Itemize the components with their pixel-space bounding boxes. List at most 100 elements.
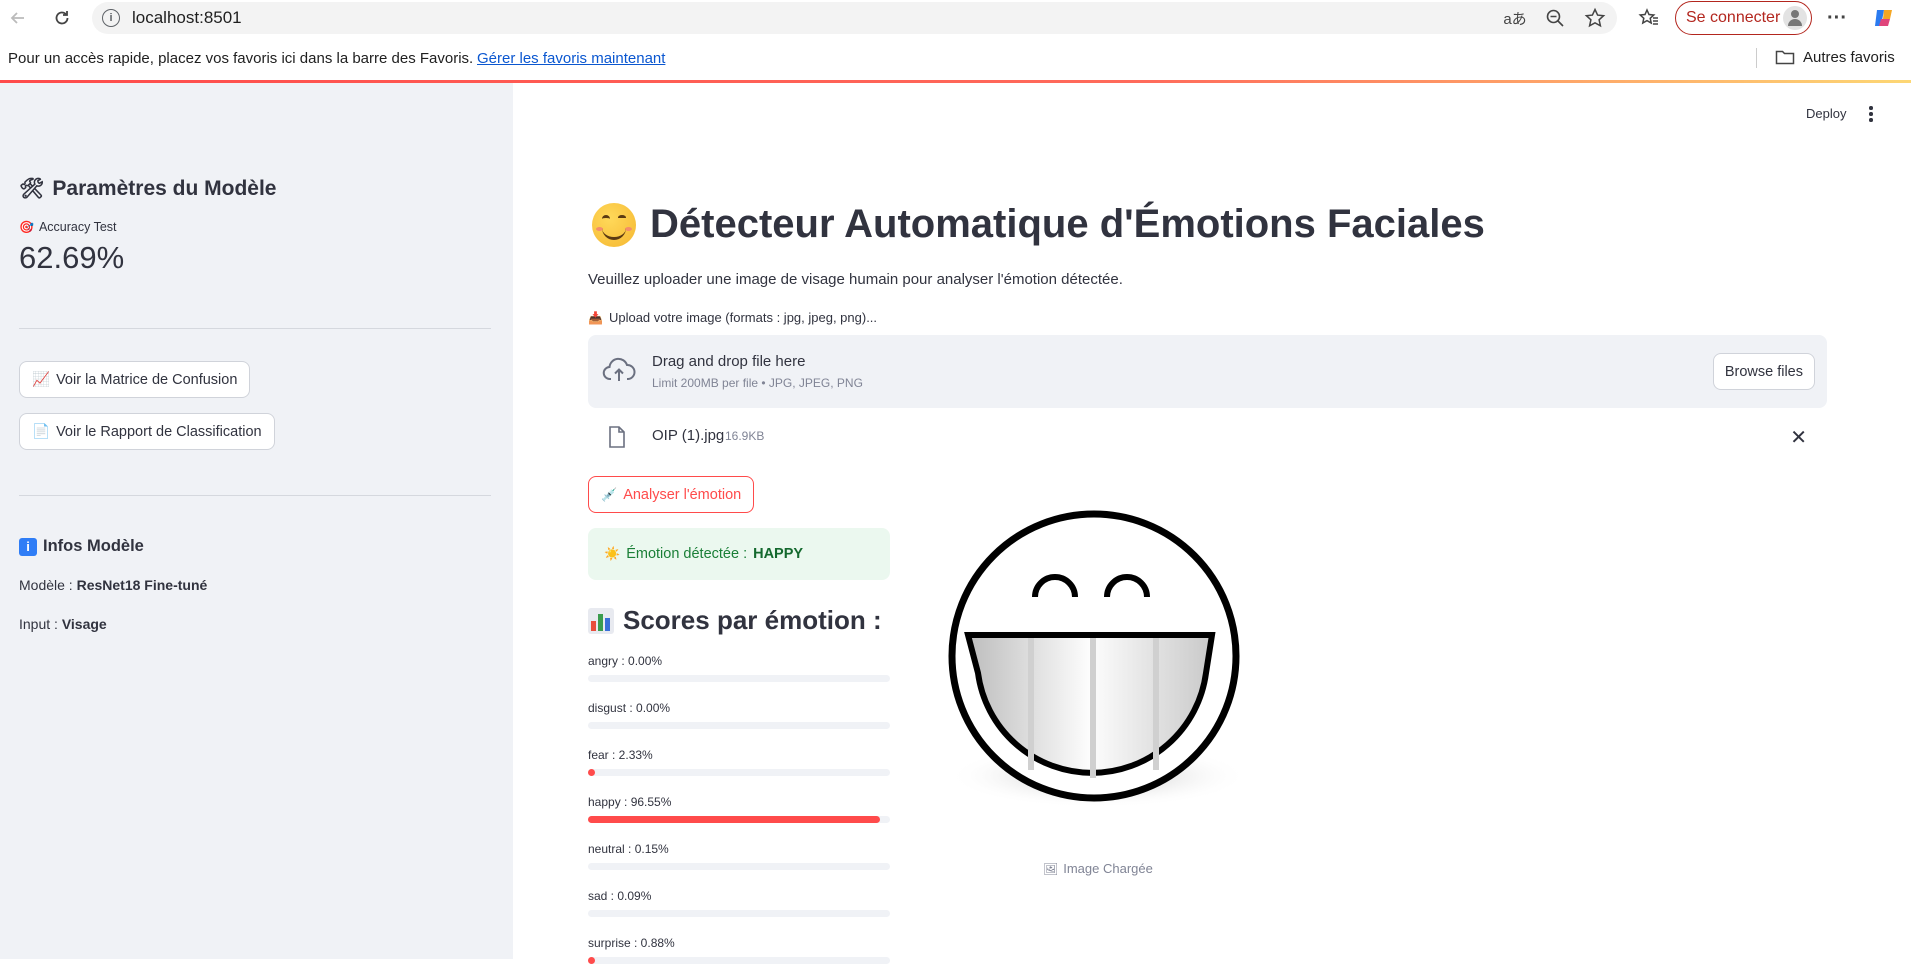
bar-chart-icon [588,607,614,634]
score-row: angry : 0.00% [588,654,890,694]
score-bar-fill [588,957,595,964]
site-info-icon[interactable]: i [102,9,120,27]
remove-file-icon[interactable]: ✕ [1790,425,1807,450]
score-row: disgust : 0.00% [588,701,890,741]
confusion-matrix-button[interactable]: 📈 Voir la Matrice de Confusion [19,361,251,398]
score-bar-track [588,722,890,729]
score-row: happy : 96.55% [588,795,890,835]
result-label: Émotion détectée : [626,546,748,562]
copilot-icon[interactable] [1872,6,1896,30]
folder-icon [1775,50,1795,65]
score-row: sad : 0.09% [588,889,890,929]
sign-in-label: Se connecter [1686,9,1781,26]
page-subtitle: Veuillez uploader une image de visage hu… [588,271,1123,288]
score-row: neutral : 0.15% [588,842,890,882]
tools-icon: 🛠 [19,178,45,200]
params-heading-text: Paramètres du Modèle [52,176,277,200]
upload-label-text: Upload votre image (formats : jpg, jpeg,… [608,310,878,325]
address-bar[interactable]: i localhost:8501 [92,2,1617,34]
cloud-upload-icon [602,357,636,381]
zoom-out-icon[interactable] [1543,6,1567,30]
inbox-tray-icon: 📥 [588,310,603,325]
scores-heading: Scores par émotion : [588,605,882,636]
avatar-icon [1783,6,1807,30]
metric-label-text: Accuracy Test [38,220,117,234]
confusion-matrix-label: Voir la Matrice de Confusion [56,371,238,388]
page-title: Détecteur Automatique d'Émotions Faciale… [592,202,1485,247]
params-heading: 🛠 Paramètres du Modèle [19,176,276,201]
score-label: surprise : 0.88% [588,936,675,950]
score-row: surprise : 0.88% [588,936,890,976]
score-label: disgust : 0.00% [588,701,671,715]
favorites-bar: Pour un accès rapide, placez vos favoris… [0,36,1911,80]
score-bar-track [588,816,890,823]
score-row: fear : 2.33% [588,748,890,788]
score-label: fear : 2.33% [588,748,653,762]
score-bar-fill [588,769,596,776]
deploy-button[interactable]: Deploy [1806,106,1846,121]
info-heading-text: Infos Modèle [43,537,144,555]
picture-icon: 🖼 [1043,861,1059,876]
url-text: localhost:8501 [132,8,242,27]
result-alert: ☀️ Émotion détectée : HAPPY [588,528,890,580]
model-value: ResNet18 Fine-tuné [76,577,208,593]
other-favorites-label: Autres favoris [1803,48,1895,66]
sidebar-divider [19,328,491,329]
image-caption-text: Image Chargée [1063,861,1153,876]
model-label: Modèle : [19,577,77,593]
info-heading: i Infos Modèle [19,537,144,556]
favorites-divider [1756,48,1757,68]
file-icon [609,426,625,448]
file-dropzone[interactable]: Drag and drop file here Limit 200MB per … [588,335,1827,408]
page-title-text: Détecteur Automatique d'Émotions Faciale… [650,202,1485,246]
input-label: Input : [19,616,62,632]
translate-icon[interactable]: aあ [1503,6,1527,30]
smiling-face-icon [592,202,636,247]
document-icon: 📄 [32,424,51,440]
metric-value: 62.69% [19,240,125,275]
score-label: neutral : 0.15% [588,842,669,856]
analyse-emotion-label: Analyser l'émotion [623,486,742,503]
score-bar-track [588,675,890,682]
sidebar-divider [19,495,491,496]
reload-icon[interactable] [50,6,74,30]
metric-label: 🎯 Accuracy Test [19,220,117,234]
analyse-emotion-button[interactable]: 💉 Analyser l'émotion [588,476,755,513]
main-menu-icon[interactable] [1868,106,1874,122]
score-bar-track [588,957,890,964]
browse-files-button[interactable]: Browse files [1712,353,1815,390]
manage-favorites-link[interactable]: Gérer les favoris maintenant [477,50,665,67]
more-options-icon[interactable]: ··· [1825,6,1849,30]
file-size: 16.9KB [725,429,765,443]
uploaded-image [908,478,1278,848]
classification-report-button[interactable]: 📄 Voir le Rapport de Classification [19,413,275,450]
score-bar-track [588,863,890,870]
file-name: OIP (1).jpg [652,427,725,444]
result-value: HAPPY [753,546,804,562]
score-bar-fill [588,816,880,823]
chart-up-icon: 📈 [32,372,51,388]
other-favorites-button[interactable]: Autres favoris [1775,48,1895,66]
syringe-icon: 💉 [601,486,618,502]
dropzone-limit: Limit 200MB per file • JPG, JPEG, PNG [652,376,863,390]
sign-in-button[interactable]: Se connecter [1675,1,1812,35]
score-label: angry : 0.00% [588,654,663,668]
target-icon: 🎯 [19,220,34,234]
dropzone-instruction: Drag and drop file here [652,353,806,370]
image-caption: 🖼 Image Chargée [1043,861,1153,876]
uploaded-file: OIP (1).jpg 16.9KB ✕ [588,420,1827,454]
score-label: happy : 96.55% [588,795,672,809]
sidebar: 🛠 Paramètres du Modèle 🎯 Accuracy Test 6… [0,83,513,959]
browser-toolbar: i localhost:8501 aあ Se connecter ··· [0,0,1911,36]
favorites-message: Pour un accès rapide, placez vos favoris… [8,50,474,67]
model-info: Modèle : ResNet18 Fine-tuné [19,577,207,593]
favorites-list-icon[interactable] [1637,6,1661,30]
input-info: Input : Visage [19,616,107,632]
scores-heading-text: Scores par émotion : [623,605,882,635]
score-bar-track [588,769,890,776]
info-icon: i [19,537,37,556]
score-bar-track [588,910,890,917]
score-label: sad : 0.09% [588,889,652,903]
back-arrow-icon[interactable] [6,6,30,30]
favorite-star-icon[interactable] [1583,6,1607,30]
